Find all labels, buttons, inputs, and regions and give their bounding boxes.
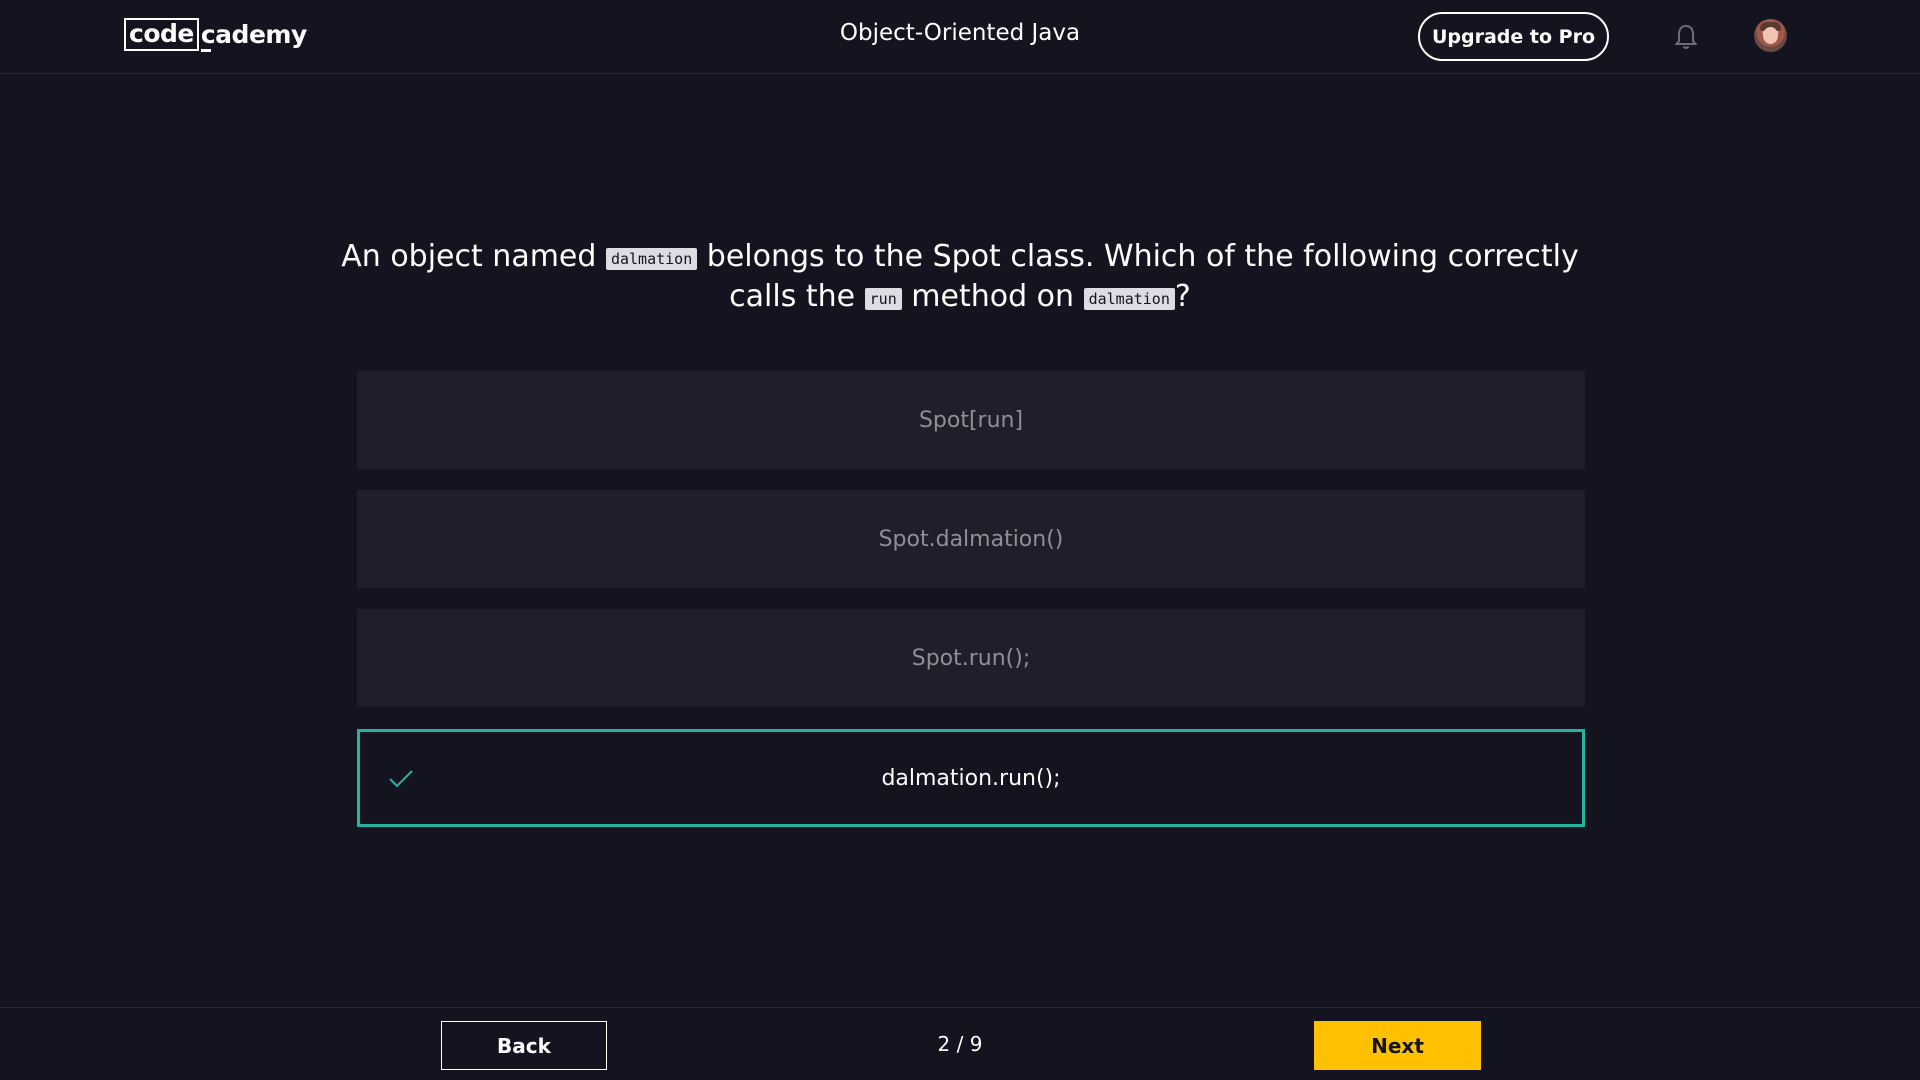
top-nav-bar: code cademy Object-Oriented Java Upgrade…	[0, 0, 1920, 74]
footer-bar: Back 2 / 9 Next	[0, 1007, 1920, 1080]
code-dalmation: dalmation	[605, 248, 698, 270]
answer-option-label: Spot.run();	[911, 645, 1031, 671]
course-title: Object-Oriented Java	[839, 20, 1081, 46]
question-part-4: ?	[1174, 279, 1191, 314]
answer-option-3[interactable]: Spot.run();	[357, 609, 1585, 707]
answer-option-4-correct[interactable]: dalmation.run();	[357, 729, 1585, 827]
answer-option-label: Spot.dalmation()	[878, 526, 1064, 552]
answer-option-label: dalmation.run();	[881, 765, 1061, 791]
progress-indicator: 2 / 9	[937, 1032, 983, 1056]
answer-option-1[interactable]: Spot[run]	[357, 371, 1585, 469]
answer-option-label: Spot[run]	[918, 407, 1024, 433]
avatar-face	[1763, 27, 1778, 44]
question-part-1: An object named	[341, 239, 606, 274]
user-avatar[interactable]	[1754, 19, 1787, 52]
upgrade-to-pro-button[interactable]: Upgrade to Pro	[1418, 12, 1609, 61]
next-button[interactable]: Next	[1314, 1021, 1481, 1070]
answer-option-2[interactable]: Spot.dalmation()	[357, 490, 1585, 588]
code-run: run	[864, 288, 902, 310]
bell-icon[interactable]	[1672, 22, 1700, 52]
question-part-3: method on	[901, 279, 1084, 314]
logo-cursor	[200, 48, 211, 52]
question-text: An object named dalmation belongs to the…	[330, 238, 1590, 318]
code-dalmation-2: dalmation	[1083, 288, 1175, 310]
checkmark-icon	[389, 770, 413, 788]
